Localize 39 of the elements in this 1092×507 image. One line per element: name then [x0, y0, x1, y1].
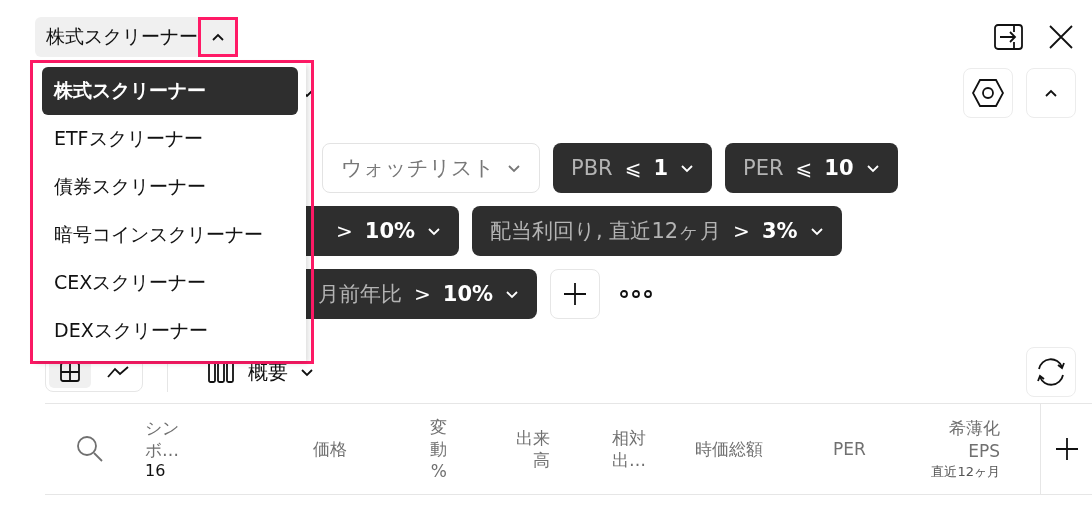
panel-exit-button[interactable] — [994, 22, 1024, 52]
panel-exit-icon — [994, 24, 1024, 50]
settings-button[interactable] — [963, 68, 1013, 118]
operator-symbol: ⩽ — [795, 156, 813, 180]
column-header[interactable]: 変動 % — [417, 415, 447, 483]
column-header[interactable]: 価格 — [313, 437, 347, 461]
grid-icon — [60, 362, 80, 382]
column-set-dropdown[interactable]: 概要 — [208, 358, 314, 386]
chart-icon — [107, 365, 129, 379]
add-filter-button[interactable] — [550, 269, 601, 319]
filter-chip[interactable]: PBR ⩽ 1 — [553, 143, 713, 193]
refresh-button[interactable] — [1026, 347, 1076, 397]
search-icon — [76, 435, 104, 463]
column-header[interactable]: 希薄化EPS — [940, 417, 1000, 462]
column-header[interactable]: 相対出… — [612, 426, 646, 472]
columns-icon — [208, 361, 234, 383]
more-icon — [619, 289, 654, 299]
column-header[interactable]: 出来高 — [510, 426, 550, 472]
column-header[interactable]: PER — [833, 437, 880, 461]
column-subtitle: 直近12ヶ月 — [931, 463, 1000, 481]
operator-symbol: > — [733, 219, 750, 243]
column-header[interactable]: 時価総額 — [695, 437, 790, 461]
operator-symbol: ⩽ — [624, 156, 642, 180]
menu-item[interactable]: ETFスクリーナー — [42, 115, 298, 163]
operator-symbol: > — [336, 219, 353, 243]
plus-icon — [1053, 436, 1080, 462]
plus-icon — [562, 281, 589, 307]
screener-select[interactable]: 株式スクリーナー — [35, 17, 238, 57]
caret-button[interactable] — [198, 17, 238, 57]
column-header[interactable]: シンボ… — [145, 416, 179, 461]
hexagon-settings-icon — [972, 79, 1004, 107]
operator-symbol: > — [414, 282, 431, 306]
filter-chip[interactable]: PER ⩽ 10 — [725, 143, 898, 193]
filter-chip[interactable]: 配当利回り, 直近12ヶ月 > 3% — [472, 206, 842, 256]
menu-item[interactable]: 株式スクリーナー — [42, 67, 298, 115]
watchlist-dropdown[interactable]: ウォッチリスト — [322, 143, 540, 193]
symbol-count: 16 — [145, 460, 167, 482]
close-icon — [1048, 24, 1074, 50]
refresh-icon — [1034, 355, 1068, 389]
